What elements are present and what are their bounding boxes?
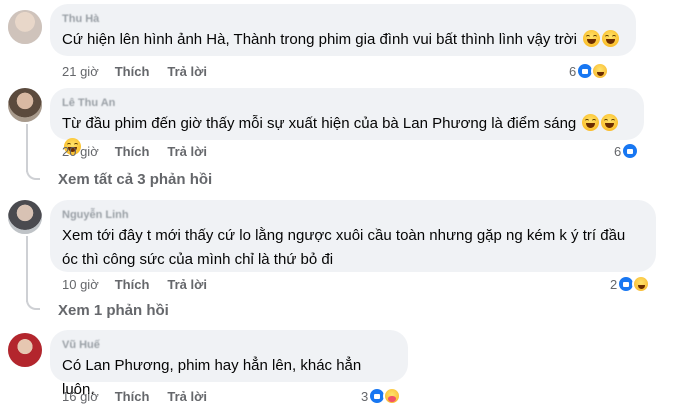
reaction-summary[interactable]: 6 [614, 140, 640, 162]
thread-line [26, 236, 28, 302]
reply-button[interactable]: Trả lời [167, 144, 207, 159]
comment-bubble: Thu Hà Cứ hiện lên hình ảnh Hà, Thành tr… [50, 4, 636, 56]
comment-text-body: Cứ hiện lên hình ảnh Hà, Thành trong phi… [62, 31, 577, 48]
rolling-laugh-emoji [583, 30, 601, 47]
thread-connector [26, 168, 40, 180]
comment-author[interactable]: Vũ Huế [62, 338, 396, 352]
comment-author[interactable]: Nguyễn Linh [62, 208, 644, 222]
comment-actions: 10 giờ Thích Trả lời [62, 277, 207, 292]
like-icon [621, 142, 640, 160]
comment-text: Cứ hiện lên hình ảnh Hà, Thành trong phi… [62, 28, 624, 52]
comment-bubble: Vũ Huế Có Lan Phương, phim hay hẳn lên, … [50, 330, 408, 398]
comment-time[interactable]: 16 giờ [62, 389, 99, 404]
rolling-laugh-emoji [602, 30, 620, 47]
reaction-summary[interactable]: 2 [610, 273, 651, 295]
avatar[interactable] [8, 200, 42, 234]
grin-emoji [601, 114, 619, 131]
reaction-count: 6 [614, 143, 622, 159]
comment-bubble: Nguyễn Linh Xem tới đây t mới thấy cứ lo… [50, 200, 656, 272]
comment-author[interactable]: Thu Hà [62, 12, 624, 26]
comment-author[interactable]: Lê Thu An [62, 96, 632, 110]
comment-time[interactable]: 21 giờ [62, 64, 99, 79]
grin-emoji [582, 114, 600, 131]
view-replies-link[interactable]: Xem 1 phản hồi [58, 302, 169, 319]
thread-line [26, 124, 28, 172]
haha-icon [591, 62, 610, 80]
care-icon [383, 387, 402, 405]
thread-connector [26, 298, 40, 310]
avatar[interactable] [8, 333, 42, 367]
reaction-count: 6 [569, 63, 577, 79]
comment-actions: 16 giờ Thích Trả lời [62, 389, 207, 404]
reaction-count: 2 [610, 276, 618, 292]
comment-text-line-1: Xem tới đây t mới thấy cứ lo lằng ngược … [62, 227, 626, 244]
comment-text-body: Từ đầu phim đến giờ thấy mỗi sự xuất hiệ… [62, 115, 577, 132]
like-button[interactable]: Thích [115, 389, 150, 404]
reaction-count: 3 [361, 388, 369, 404]
like-button[interactable]: Thích [115, 144, 150, 159]
comment-bubble: Lê Thu An Từ đầu phim đến giờ thấy mỗi s… [50, 88, 644, 155]
reply-button[interactable]: Trả lời [167, 64, 207, 79]
avatar[interactable] [8, 10, 42, 44]
like-button[interactable]: Thích [115, 277, 150, 292]
comment-actions: 21 giờ Thích Trả lời [62, 64, 207, 79]
view-replies-link[interactable]: Xem tất cả 3 phản hồi [58, 171, 212, 188]
comment-time[interactable]: 20 giờ [62, 144, 99, 159]
reply-button[interactable]: Trả lời [167, 389, 207, 404]
like-button[interactable]: Thích [115, 64, 150, 79]
comment-actions: 20 giờ Thích Trả lời [62, 144, 207, 159]
comment-time[interactable]: 10 giờ [62, 277, 99, 292]
reaction-summary[interactable]: 3 [361, 385, 402, 407]
reaction-summary[interactable]: 6 [569, 60, 610, 82]
reply-button[interactable]: Trả lời [167, 277, 207, 292]
haha-icon [632, 275, 651, 293]
avatar[interactable] [8, 88, 42, 122]
comment-text-line-2: óc thì công sức của mình chỉ là thứ bỏ đ… [62, 251, 334, 268]
